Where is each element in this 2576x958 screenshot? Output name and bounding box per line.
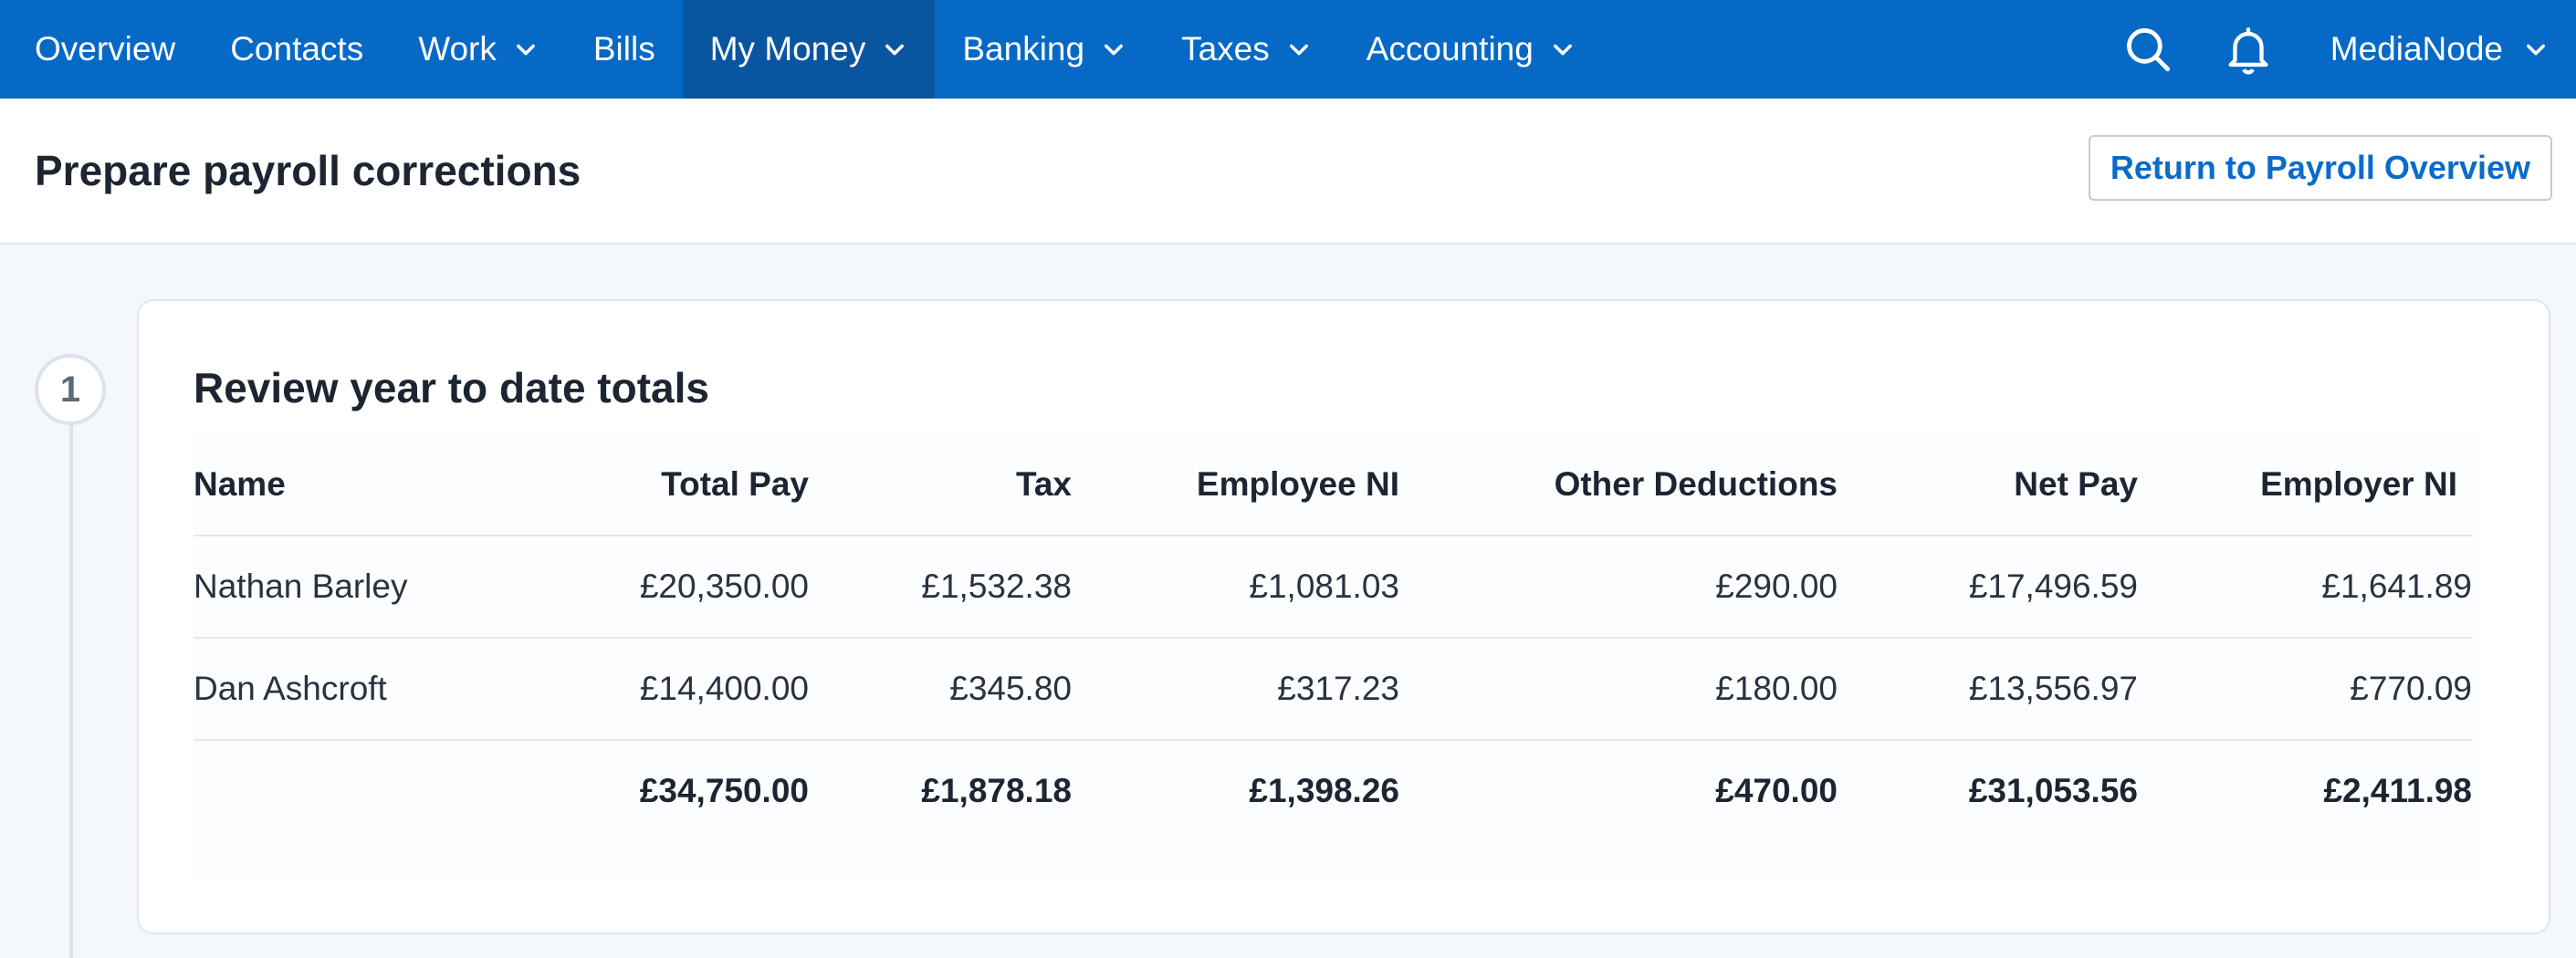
nav-item-label: Bills: [592, 30, 655, 68]
nav-utilities: MediaNode: [2120, 0, 2576, 99]
tax-cell: £345.80: [809, 638, 1072, 741]
chevron-down-icon: [1289, 44, 1308, 56]
totals-table-container: Name Total Pay Tax Employee NI Other Ded…: [194, 434, 2479, 878]
employee-name: Dan Ashcroft: [194, 638, 467, 741]
net-pay-total: £31,053.56: [1968, 772, 2138, 809]
column-header-employee-ni: Employee NI: [1072, 434, 1399, 536]
column-header-total-pay: Total Pay: [467, 434, 809, 536]
nav-item-label: My Money: [709, 30, 866, 68]
employer-ni-total: £2,411.98: [2323, 772, 2472, 809]
page-header: Prepare payroll corrections Return to Pa…: [0, 99, 2576, 245]
return-to-payroll-overview-button[interactable]: Return to Payroll Overview: [2088, 135, 2552, 201]
nav-item-overview[interactable]: Overview: [7, 0, 203, 99]
employer-ni-cell: £1,641.89: [2138, 536, 2472, 639]
page-title: Prepare payroll corrections: [35, 147, 581, 194]
total-pay-cell: £14,400.00: [467, 638, 809, 741]
employee-ni-total: £1,398.26: [1249, 772, 1399, 809]
total-pay-total: £34,750.00: [639, 772, 809, 809]
search-button[interactable]: [2120, 22, 2175, 77]
nav-item-taxes[interactable]: Taxes: [1154, 0, 1339, 99]
column-header-other-deductions: Other Deductions: [1399, 434, 1838, 536]
step-connector-line: [69, 425, 73, 958]
notifications-button[interactable]: [2221, 22, 2276, 77]
nav-item-work[interactable]: Work: [391, 0, 566, 99]
nav-item-label: Work: [418, 30, 497, 68]
other-deductions-cell: £180.00: [1399, 638, 1838, 741]
chevron-down-icon: [885, 44, 905, 56]
tax-total: £1,878.18: [921, 772, 1072, 809]
nav-item-label: Accounting: [1366, 30, 1534, 68]
other-deductions-cell: £290.00: [1399, 536, 1838, 639]
bell-icon: [2228, 27, 2268, 75]
nav-item-my-money[interactable]: My Money: [682, 0, 936, 99]
top-navigation: Overview Contacts Work Bills My Money Ba…: [0, 0, 2576, 99]
nav-item-contacts[interactable]: Contacts: [203, 0, 391, 99]
totals-label-cell: [194, 740, 467, 841]
net-pay-cell: £17,496.59: [1838, 536, 2138, 639]
search-icon: [2126, 28, 2170, 72]
column-header-tax: Tax: [809, 434, 1072, 536]
main-menu: Overview Contacts Work Bills My Money Ba…: [0, 0, 1603, 99]
review-totals-card: Review year to date totals Name Total Pa…: [137, 299, 2550, 934]
chevron-down-icon: [1553, 44, 1572, 56]
nav-item-label: Overview: [35, 30, 176, 68]
nav-item-accounting[interactable]: Accounting: [1339, 0, 1603, 99]
column-header-employer-ni: Employer NI: [2138, 434, 2472, 536]
year-to-date-totals-table: Name Total Pay Tax Employee NI Other Ded…: [194, 434, 2472, 841]
totals-row: £34,750.00 £1,878.18 £1,398.26 £470.00 £…: [194, 740, 2472, 841]
organization-menu[interactable]: MediaNode: [2330, 30, 2549, 68]
table-header-row: Name Total Pay Tax Employee NI Other Ded…: [194, 434, 2472, 536]
table-row: Nathan Barley £20,350.00 £1,532.38 £1,08…: [194, 536, 2472, 639]
employer-ni-cell: £770.09: [2138, 638, 2472, 741]
nav-item-banking[interactable]: Banking: [935, 0, 1154, 99]
table-row: Dan Ashcroft £14,400.00 £345.80 £317.23 …: [194, 638, 2472, 741]
employee-ni-cell: £317.23: [1072, 638, 1399, 741]
nav-item-bills[interactable]: Bills: [566, 0, 683, 99]
chevron-down-icon: [516, 44, 535, 56]
step-number-badge: 1: [35, 354, 106, 425]
chevron-down-icon: [1105, 44, 1124, 56]
nav-item-label: Contacts: [230, 30, 364, 68]
other-deductions-total: £470.00: [1715, 772, 1838, 809]
total-pay-cell: £20,350.00: [467, 536, 809, 639]
tax-cell: £1,532.38: [809, 536, 1072, 639]
net-pay-cell: £13,556.97: [1838, 638, 2138, 741]
nav-item-label: Taxes: [1181, 30, 1270, 68]
column-header-net-pay: Net Pay: [1838, 434, 2138, 536]
employee-name: Nathan Barley: [194, 536, 467, 639]
section-title: Review year to date totals: [194, 364, 709, 411]
nav-item-label: Banking: [962, 30, 1085, 68]
chevron-down-icon: [2527, 44, 2545, 56]
employee-ni-cell: £1,081.03: [1072, 536, 1399, 639]
organization-name: MediaNode: [2330, 30, 2503, 68]
column-header-name: Name: [194, 434, 467, 536]
